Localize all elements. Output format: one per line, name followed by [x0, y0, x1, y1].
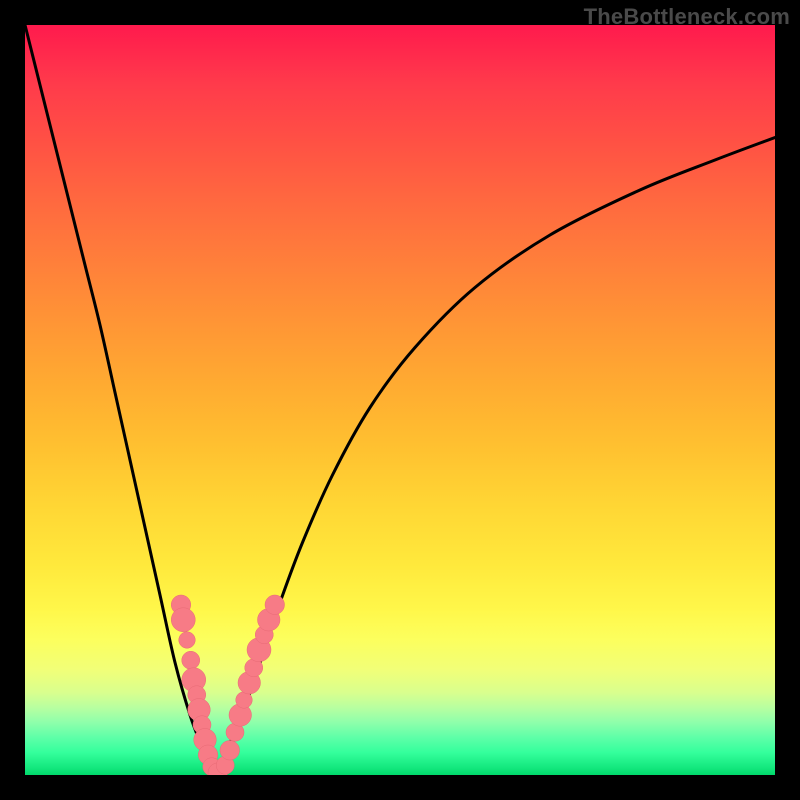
chart-frame: TheBottleneck.com: [0, 0, 800, 800]
plot-area: [25, 25, 775, 775]
curve-marker: [265, 595, 285, 615]
curve-layer: [25, 25, 775, 775]
watermark-text: TheBottleneck.com: [584, 4, 790, 30]
curve-marker: [179, 632, 196, 649]
curve-right-branch: [216, 138, 775, 776]
curve-markers: [171, 595, 284, 775]
curve-marker: [220, 741, 240, 761]
curve-marker: [171, 608, 195, 632]
curve-marker: [182, 651, 200, 669]
